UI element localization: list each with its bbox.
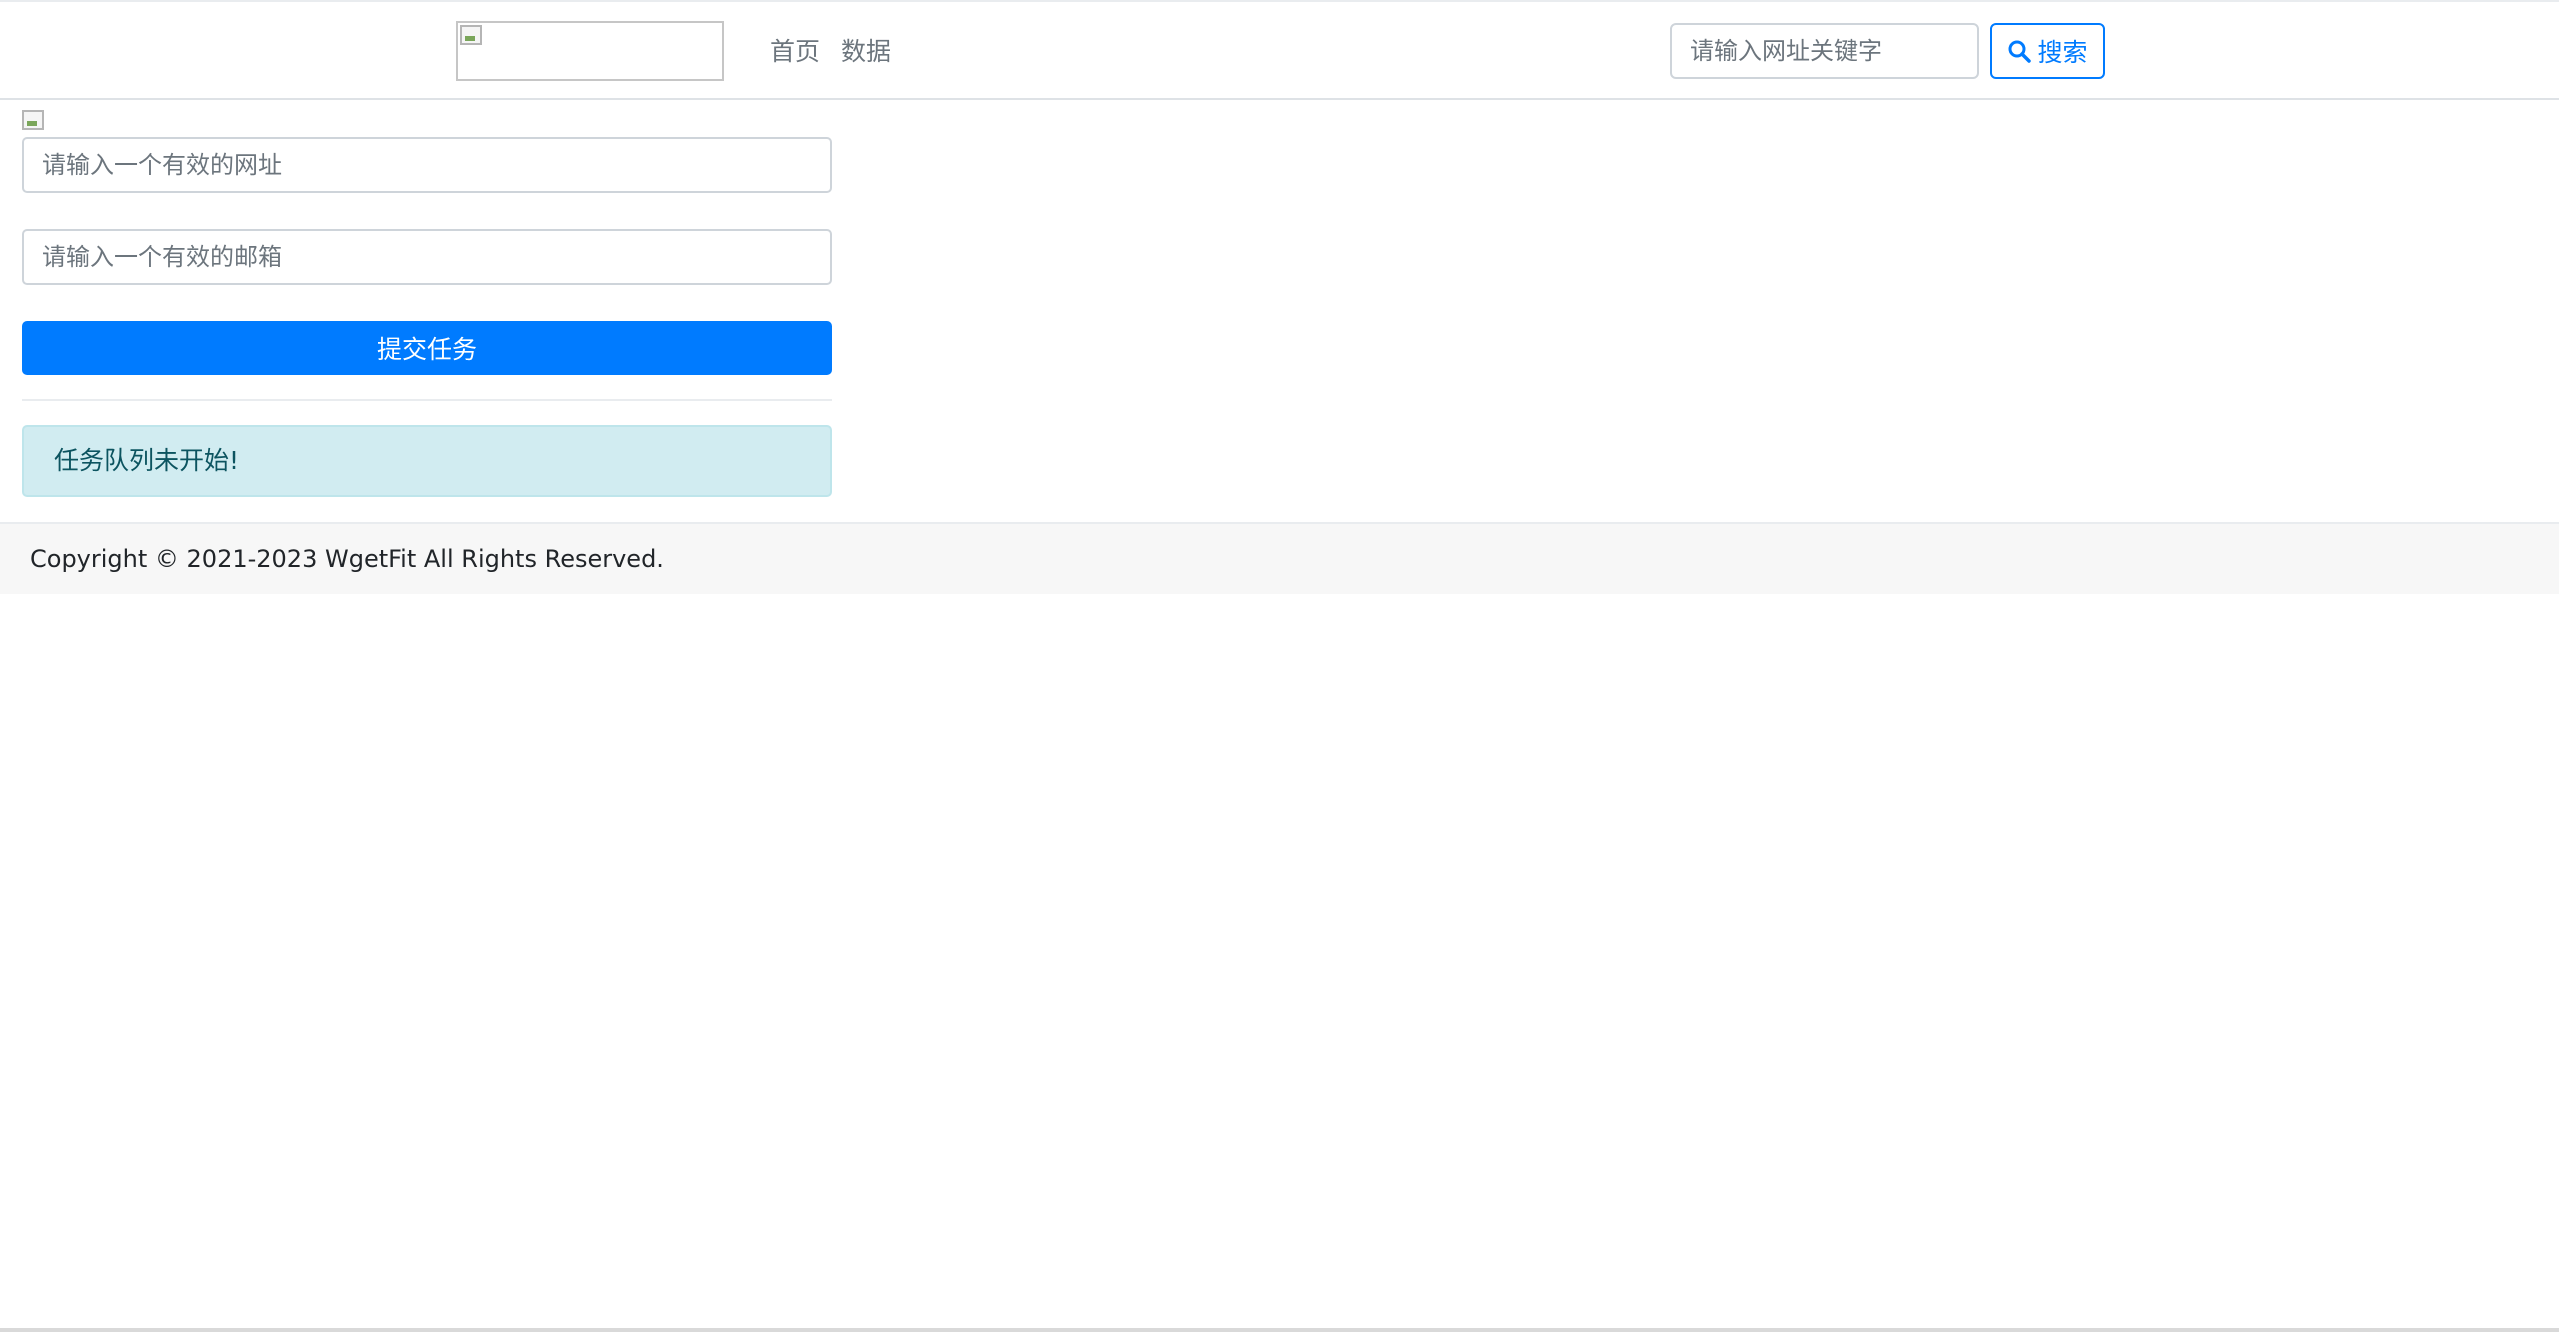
navbar: 首页 数据 搜索 — [0, 2, 2559, 100]
search-button-label: 搜索 — [2037, 38, 2088, 67]
site-logo[interactable] — [456, 21, 724, 81]
broken-image-icon — [22, 110, 44, 130]
broken-image-icon — [460, 25, 482, 45]
divider — [22, 399, 832, 401]
submit-task-button[interactable]: 提交任务 — [22, 321, 832, 375]
url-input[interactable] — [22, 137, 832, 193]
search-button[interactable]: 搜索 — [1990, 23, 2105, 79]
task-status-alert: 任务队列未开始! — [22, 425, 832, 497]
nav-link-home[interactable]: 首页 — [770, 32, 820, 72]
nav-link-data[interactable]: 数据 — [841, 32, 891, 72]
bottom-border — [0, 1328, 2559, 1332]
search-icon — [2008, 40, 2032, 63]
task-status-message: 任务队列未开始! — [54, 446, 240, 475]
email-input[interactable] — [22, 229, 832, 285]
copyright-text: Copyright © 2021-2023 WgetFit All Rights… — [30, 545, 664, 573]
search-input[interactable] — [1670, 23, 1979, 79]
footer: Copyright © 2021-2023 WgetFit All Rights… — [0, 522, 2559, 594]
banner-image-placeholder — [22, 110, 46, 134]
